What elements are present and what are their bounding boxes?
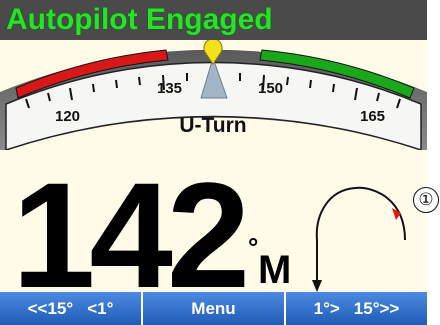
scale-label-120: 120 bbox=[55, 108, 80, 125]
heading-value: 142 bbox=[12, 151, 250, 319]
callout-marker: ① bbox=[413, 187, 439, 213]
turn-right-1-label[interactable]: 1°> bbox=[314, 299, 340, 319]
u-turn-icon bbox=[312, 186, 406, 292]
turn-left-1-label[interactable]: <1° bbox=[87, 299, 113, 319]
autopilot-screen: Autopilot Engaged 120 135 150 165 U-Turn… bbox=[0, 0, 427, 325]
turn-right-15-label[interactable]: 15°>> bbox=[354, 299, 400, 319]
turn-right-button[interactable]: 1°> 15°>> bbox=[284, 292, 427, 325]
scale-label-150: 150 bbox=[258, 80, 283, 97]
softkey-bar: <<15° <1° Menu 1°> 15°>> bbox=[0, 292, 427, 325]
status-text: Autopilot Engaged bbox=[6, 3, 273, 36]
turn-left-button[interactable]: <<15° <1° bbox=[0, 292, 141, 325]
scale-label-135: 135 bbox=[157, 80, 182, 97]
menu-button[interactable]: Menu bbox=[141, 292, 284, 325]
scale-label-165: 165 bbox=[360, 108, 385, 125]
menu-label[interactable]: Menu bbox=[191, 299, 235, 319]
heading-reference: M bbox=[258, 248, 292, 292]
status-bar: Autopilot Engaged bbox=[0, 0, 427, 40]
degree-sign: ° bbox=[248, 232, 259, 262]
mode-label: U-Turn bbox=[179, 114, 247, 137]
turn-left-15-label[interactable]: <<15° bbox=[28, 299, 74, 319]
